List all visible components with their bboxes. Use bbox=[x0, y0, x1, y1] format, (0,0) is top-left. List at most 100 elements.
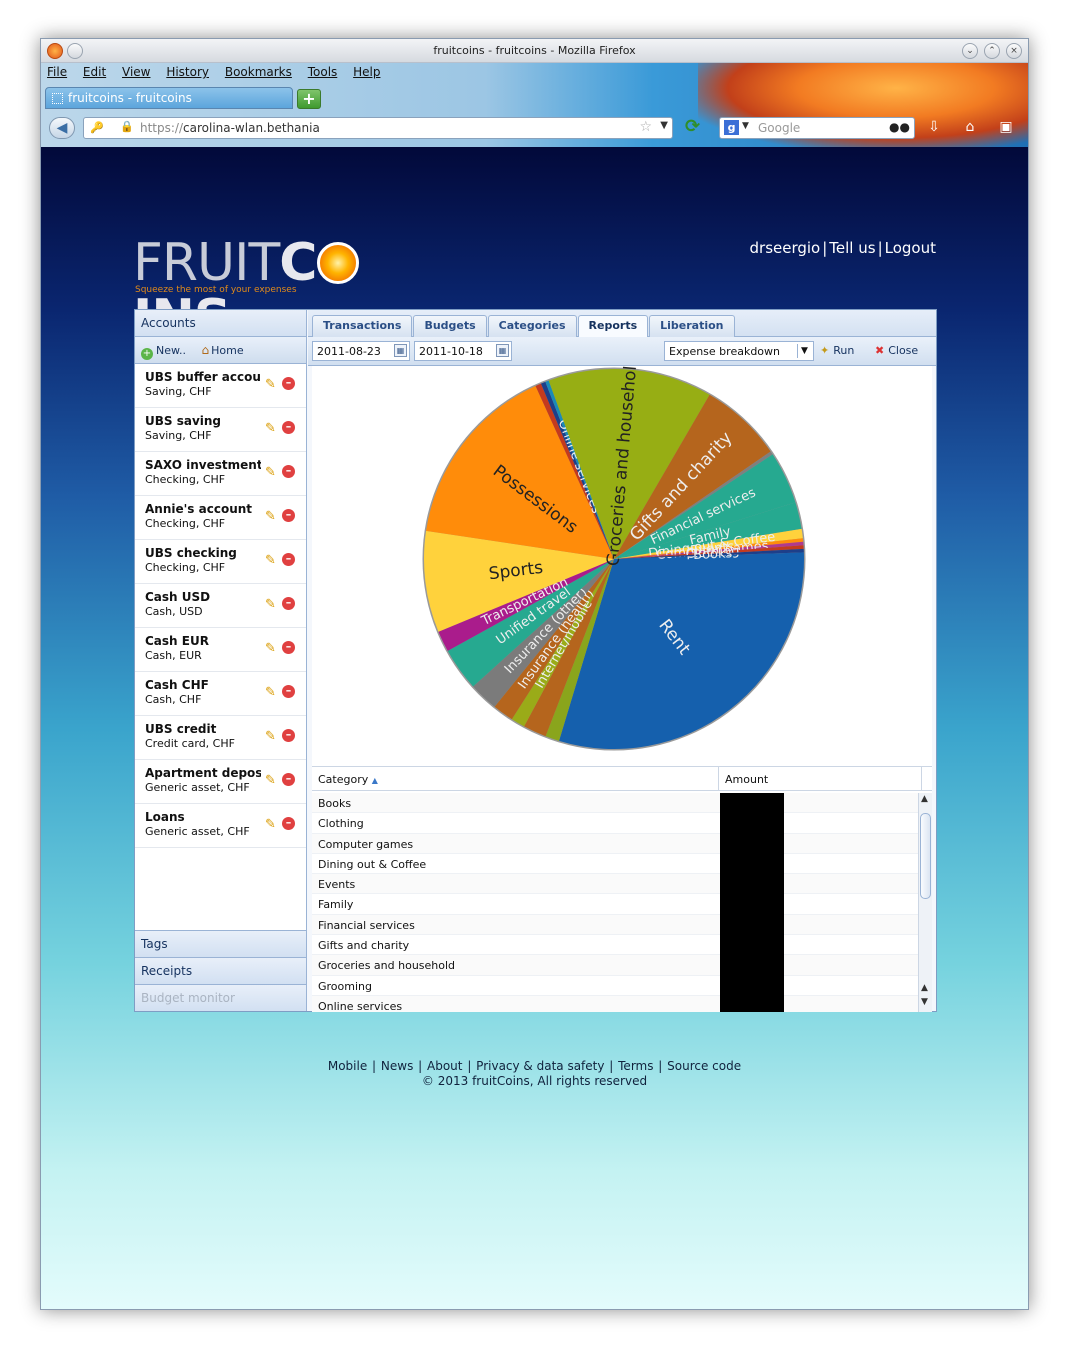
footer-link-about[interactable]: About bbox=[427, 1059, 462, 1073]
pencil-icon[interactable]: ✎ bbox=[265, 729, 276, 744]
tab-reports[interactable]: Reports bbox=[577, 315, 649, 337]
category-column-header[interactable]: Category ▲ bbox=[318, 773, 378, 786]
tab-budgets[interactable]: Budgets bbox=[413, 315, 487, 337]
menu-bookmarks[interactable]: Bookmarks bbox=[225, 65, 292, 79]
downloads-icon[interactable]: ⇩ bbox=[923, 119, 945, 139]
menu-help[interactable]: Help bbox=[353, 65, 380, 79]
scroll-up-icon[interactable]: ▲ bbox=[921, 983, 928, 993]
delete-icon[interactable]: – bbox=[282, 377, 295, 390]
table-row[interactable]: Online services bbox=[312, 995, 918, 1012]
menu-tools[interactable]: Tools bbox=[308, 65, 338, 79]
table-row[interactable]: Computer games bbox=[312, 833, 918, 854]
calendar-icon[interactable]: ▦ bbox=[496, 344, 509, 357]
maximize-icon[interactable]: ⌃ bbox=[984, 43, 1000, 59]
table-row[interactable]: Events bbox=[312, 874, 918, 895]
pencil-icon[interactable]: ✎ bbox=[265, 685, 276, 700]
receipts-panel-header[interactable]: Receipts bbox=[135, 957, 306, 984]
account-item[interactable]: UBS buffer accountSaving, CHF ✎– bbox=[135, 364, 306, 408]
scroll-down-icon[interactable]: ▼ bbox=[921, 997, 928, 1007]
menu-file[interactable]: File bbox=[47, 65, 67, 79]
table-row[interactable]: Clothing bbox=[312, 813, 918, 834]
table-row[interactable]: Financial services bbox=[312, 914, 918, 936]
table-row[interactable]: Gifts and charity bbox=[312, 935, 918, 956]
pencil-icon[interactable]: ✎ bbox=[265, 465, 276, 480]
run-button[interactable]: ✦ Run bbox=[820, 344, 854, 357]
search-box[interactable]: g ▼ Google ●● bbox=[719, 117, 915, 139]
accounts-header[interactable]: Accounts bbox=[135, 310, 306, 337]
delete-icon[interactable]: – bbox=[282, 685, 295, 698]
home-button[interactable]: ⌂ Home bbox=[189, 343, 243, 357]
delete-icon[interactable]: – bbox=[282, 729, 295, 742]
table-row[interactable]: Grooming bbox=[312, 976, 918, 996]
tab-liberation[interactable]: Liberation bbox=[649, 315, 735, 337]
delete-icon[interactable]: – bbox=[282, 421, 295, 434]
account-item[interactable]: UBS saving Saving, CHF ✎ – bbox=[135, 408, 306, 452]
account-item[interactable]: SAXO investments Checking, CHF ✎ – bbox=[135, 452, 306, 496]
identity-icon[interactable]: 🔑 bbox=[90, 121, 104, 134]
calendar-icon[interactable]: ▦ bbox=[394, 344, 407, 357]
url-dropdown-icon[interactable]: ▼ bbox=[660, 120, 668, 131]
logout-link[interactable]: Logout bbox=[885, 239, 936, 257]
new-tab-button[interactable]: + bbox=[297, 89, 321, 109]
date-to-field[interactable]: 2011-10-18 ▦ bbox=[414, 341, 512, 361]
footer-link-source-code[interactable]: Source code bbox=[667, 1059, 741, 1073]
delete-icon[interactable]: – bbox=[282, 641, 295, 654]
delete-icon[interactable]: – bbox=[282, 509, 295, 522]
pencil-icon[interactable]: ✎ bbox=[265, 597, 276, 612]
close-report-button[interactable]: ✖ Close bbox=[875, 344, 918, 357]
home-icon[interactable]: ⌂ bbox=[959, 119, 981, 139]
pencil-icon[interactable]: ✎ bbox=[265, 509, 276, 524]
account-item[interactable]: Apartment deposit Generic asset, CHF ✎ – bbox=[135, 760, 306, 804]
browser-tab[interactable]: fruitcoins - fruitcoins bbox=[45, 87, 293, 109]
scroll-up-icon[interactable]: ▲ bbox=[921, 794, 928, 804]
pencil-icon[interactable]: ✎ bbox=[265, 817, 276, 832]
date-from-field[interactable]: 2011-08-23 ▦ bbox=[312, 341, 410, 361]
pencil-icon[interactable]: ✎ bbox=[265, 641, 276, 656]
tags-panel-header[interactable]: Tags bbox=[135, 930, 306, 957]
tab-transactions[interactable]: Transactions bbox=[312, 315, 413, 337]
pencil-icon[interactable]: ✎ bbox=[265, 553, 276, 568]
report-type-select[interactable]: Expense breakdown ▼ bbox=[664, 341, 814, 361]
pencil-icon[interactable]: ✎ bbox=[265, 377, 276, 392]
delete-icon[interactable]: – bbox=[282, 773, 295, 786]
footer-link-mobile[interactable]: Mobile bbox=[328, 1059, 367, 1073]
amount-column-header[interactable]: Amount bbox=[718, 767, 922, 791]
footer-link-terms[interactable]: Terms bbox=[618, 1059, 653, 1073]
grid-scrollbar[interactable]: ▲ ▲ ▼ bbox=[918, 793, 932, 1012]
pencil-icon[interactable]: ✎ bbox=[265, 773, 276, 788]
delete-icon[interactable]: – bbox=[282, 465, 295, 478]
menu-view[interactable]: View bbox=[122, 65, 150, 79]
scroll-thumb[interactable] bbox=[920, 813, 931, 899]
delete-icon[interactable]: – bbox=[282, 553, 295, 566]
menu-edit[interactable]: Edit bbox=[83, 65, 106, 79]
binoculars-icon[interactable]: ●● bbox=[889, 120, 910, 134]
url-bar[interactable]: 🔑 🔒 https://carolina-wlan.bethania ☆ ▼ bbox=[83, 117, 673, 139]
account-item[interactable]: UBS checking Checking, CHF ✎ – bbox=[135, 540, 306, 584]
account-item[interactable]: UBS credit Credit card, CHF ✎ – bbox=[135, 716, 306, 760]
fruitcoins-logo[interactable]: FRUITCINS Squeeze the most of your expen… bbox=[133, 235, 453, 347]
addon-icon[interactable]: ▣ bbox=[995, 119, 1017, 139]
search-engine-dropdown-icon[interactable]: ▼ bbox=[742, 121, 749, 131]
footer-link-news[interactable]: News bbox=[381, 1059, 413, 1073]
menu-history[interactable]: History bbox=[166, 65, 209, 79]
tell-us-link[interactable]: Tell us bbox=[829, 239, 875, 257]
table-row[interactable]: Groceries and household bbox=[312, 955, 918, 976]
username-link[interactable]: drseergio bbox=[750, 239, 821, 257]
table-row[interactable]: Family bbox=[312, 894, 918, 915]
account-item[interactable]: Cash USD Cash, USD ✎ – bbox=[135, 584, 306, 628]
reload-icon[interactable]: ⟳ bbox=[685, 117, 709, 139]
delete-icon[interactable]: – bbox=[282, 817, 295, 830]
new-account-button[interactable]: + New.. bbox=[141, 344, 186, 360]
account-item[interactable]: Cash EUR Cash, EUR ✎ – bbox=[135, 628, 306, 672]
back-button[interactable]: ◀ bbox=[49, 117, 75, 139]
account-item[interactable]: Loans Generic asset, CHF ✎ – bbox=[135, 804, 306, 848]
chevron-down-icon[interactable]: ▼ bbox=[797, 344, 811, 358]
table-row[interactable]: Dining out & Coffee bbox=[312, 854, 918, 875]
account-item[interactable]: Cash CHF Cash, CHF ✎ – bbox=[135, 672, 306, 716]
minimize-icon[interactable]: ⌄ bbox=[962, 43, 978, 59]
google-icon[interactable]: g bbox=[724, 120, 739, 135]
tab-categories[interactable]: Categories bbox=[487, 315, 577, 337]
close-window-icon[interactable]: × bbox=[1006, 43, 1022, 59]
bookmark-star-icon[interactable]: ☆ bbox=[639, 119, 652, 135]
delete-icon[interactable]: – bbox=[282, 597, 295, 610]
